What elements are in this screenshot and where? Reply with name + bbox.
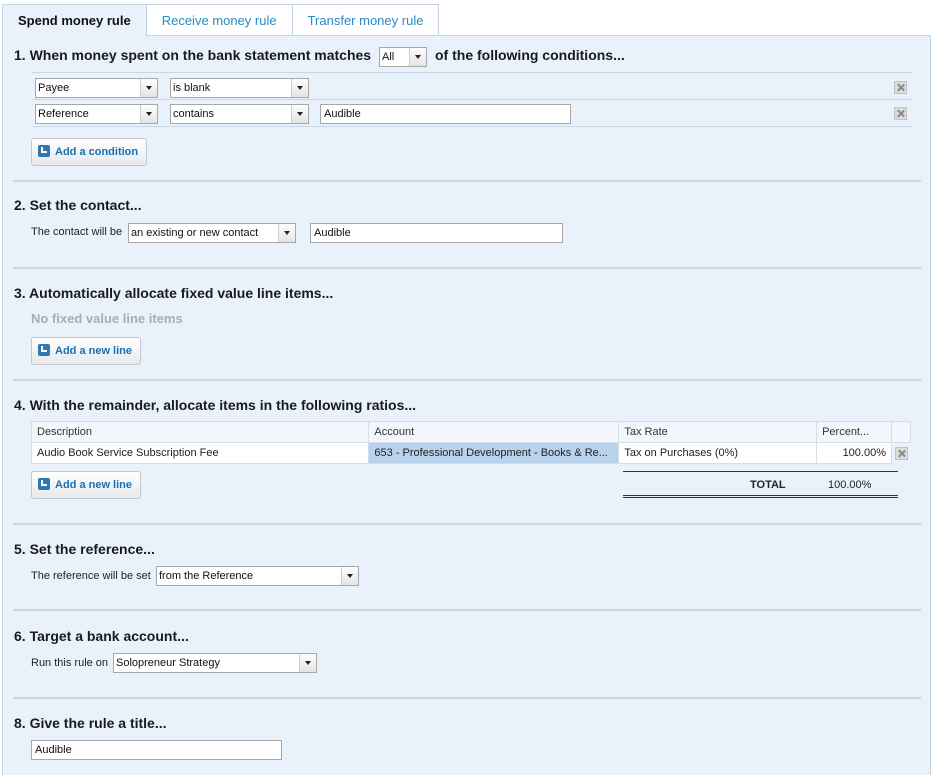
contact-label: The contact will be (31, 226, 123, 238)
tab-spend-money-rule[interactable]: Spend money rule (2, 4, 147, 37)
rule-title-input[interactable]: Audible (31, 740, 282, 760)
reference-mode-value: from the Reference (159, 570, 254, 582)
condition-row-divider (32, 72, 913, 73)
contact-name-input[interactable]: Audible (310, 223, 563, 243)
section-divider (13, 609, 921, 611)
condition-1-operator-select[interactable]: is blank (170, 78, 309, 98)
total-bottom-rule (623, 495, 898, 498)
add-fixed-line-label: Add a new line (55, 345, 133, 357)
add-fixed-line-button[interactable]: Add a new line (31, 337, 142, 365)
row-percent-cell[interactable]: 100.00% (816, 442, 892, 464)
bank-account-value: Solopreneur Strategy (116, 657, 220, 669)
condition-1-field-value: Payee (38, 82, 70, 94)
row-description-cell[interactable]: Audio Book Service Subscription Fee (30, 442, 370, 464)
column-header-account: Account (368, 421, 620, 443)
section-2-title: 2. Set the contact... (14, 197, 142, 213)
chevron-down-icon (291, 105, 308, 123)
condition-1-operator-value: is blank (173, 82, 211, 94)
section-divider (13, 180, 921, 182)
condition-2-value-input[interactable]: Audible (320, 104, 571, 124)
contact-mode-value: an existing or new contact (131, 227, 259, 239)
add-ratio-line-button[interactable]: Add a new line (31, 471, 142, 499)
bank-account-select[interactable]: Solopreneur Strategy (113, 653, 317, 673)
total-top-rule (623, 471, 898, 472)
add-ratio-line-label: Add a new line (55, 479, 133, 491)
reference-mode-select[interactable]: from the Reference (156, 566, 359, 586)
section-1-title-suffix: of the following conditions... (435, 47, 625, 63)
bank-account-label: Run this rule on (31, 657, 109, 669)
section-divider (13, 697, 921, 699)
row-tax-rate-cell[interactable]: Tax on Purchases (0%) (618, 442, 818, 464)
section-3-title: 3. Automatically allocate fixed value li… (14, 285, 334, 301)
chevron-down-icon (341, 567, 358, 585)
chevron-down-icon (140, 105, 157, 123)
chevron-down-icon (409, 48, 426, 66)
match-mode-select[interactable]: All (379, 47, 427, 67)
ratio-allocation-table: Description Account Tax Rate Percent... … (30, 421, 911, 464)
remove-condition-2-icon[interactable] (894, 107, 907, 120)
section-8-title: 8. Give the rule a title... (14, 715, 167, 731)
condition-1-field-select[interactable]: Payee (35, 78, 158, 98)
section-1-title-prefix: 1. When money spent on the bank statemen… (14, 47, 372, 63)
row-actions-cell (891, 442, 911, 464)
match-mode-value: All (382, 51, 395, 63)
column-header-actions (891, 421, 911, 443)
condition-2-field-value: Reference (38, 108, 89, 120)
add-condition-label: Add a condition (55, 146, 139, 158)
section-divider (13, 267, 921, 269)
total-value: 100.00% (828, 479, 872, 491)
remove-condition-1-icon[interactable] (894, 81, 907, 94)
chevron-down-icon (140, 79, 157, 97)
table-header-row: Description Account Tax Rate Percent... (30, 421, 911, 443)
column-header-tax-rate: Tax Rate (618, 421, 818, 443)
table-row: Audio Book Service Subscription Fee 653 … (30, 442, 911, 464)
chevron-down-icon (291, 79, 308, 97)
section-6-title: 6. Target a bank account... (14, 628, 189, 644)
total-label: TOTAL (750, 479, 786, 491)
chevron-down-icon (278, 224, 295, 242)
condition-row-divider (32, 99, 913, 100)
add-condition-button[interactable]: Add a condition (31, 138, 148, 166)
add-icon (38, 344, 50, 356)
rule-type-tabs: Spend money rule Receive money rule Tran… (2, 4, 440, 37)
reference-label: The reference will be set (31, 570, 151, 582)
rule-editor-panel: 1. When money spent on the bank statemen… (2, 35, 931, 775)
section-divider (13, 379, 921, 381)
section-1-title: 1. When money spent on the bank statemen… (14, 47, 371, 63)
add-icon (38, 145, 50, 157)
contact-mode-select[interactable]: an existing or new contact (128, 223, 296, 243)
tab-receive-money-rule[interactable]: Receive money rule (145, 4, 293, 36)
section-5-title: 5. Set the reference... (14, 541, 155, 557)
section-4-title: 4. With the remainder, allocate items in… (14, 397, 417, 413)
condition-2-operator-select[interactable]: contains (170, 104, 309, 124)
condition-row-divider (32, 126, 913, 127)
tab-transfer-money-rule[interactable]: Transfer money rule (291, 4, 440, 36)
add-icon (38, 478, 50, 490)
condition-2-field-select[interactable]: Reference (35, 104, 158, 124)
section-divider (13, 523, 921, 525)
remove-line-icon[interactable] (895, 447, 908, 460)
chevron-down-icon (299, 654, 316, 672)
condition-2-operator-value: contains (173, 108, 214, 120)
column-header-description: Description (30, 421, 370, 443)
no-fixed-lines-text: No fixed value line items (31, 311, 183, 326)
row-account-cell[interactable]: 653 - Professional Development - Books &… (368, 442, 620, 464)
column-header-percent: Percent... (816, 421, 892, 443)
